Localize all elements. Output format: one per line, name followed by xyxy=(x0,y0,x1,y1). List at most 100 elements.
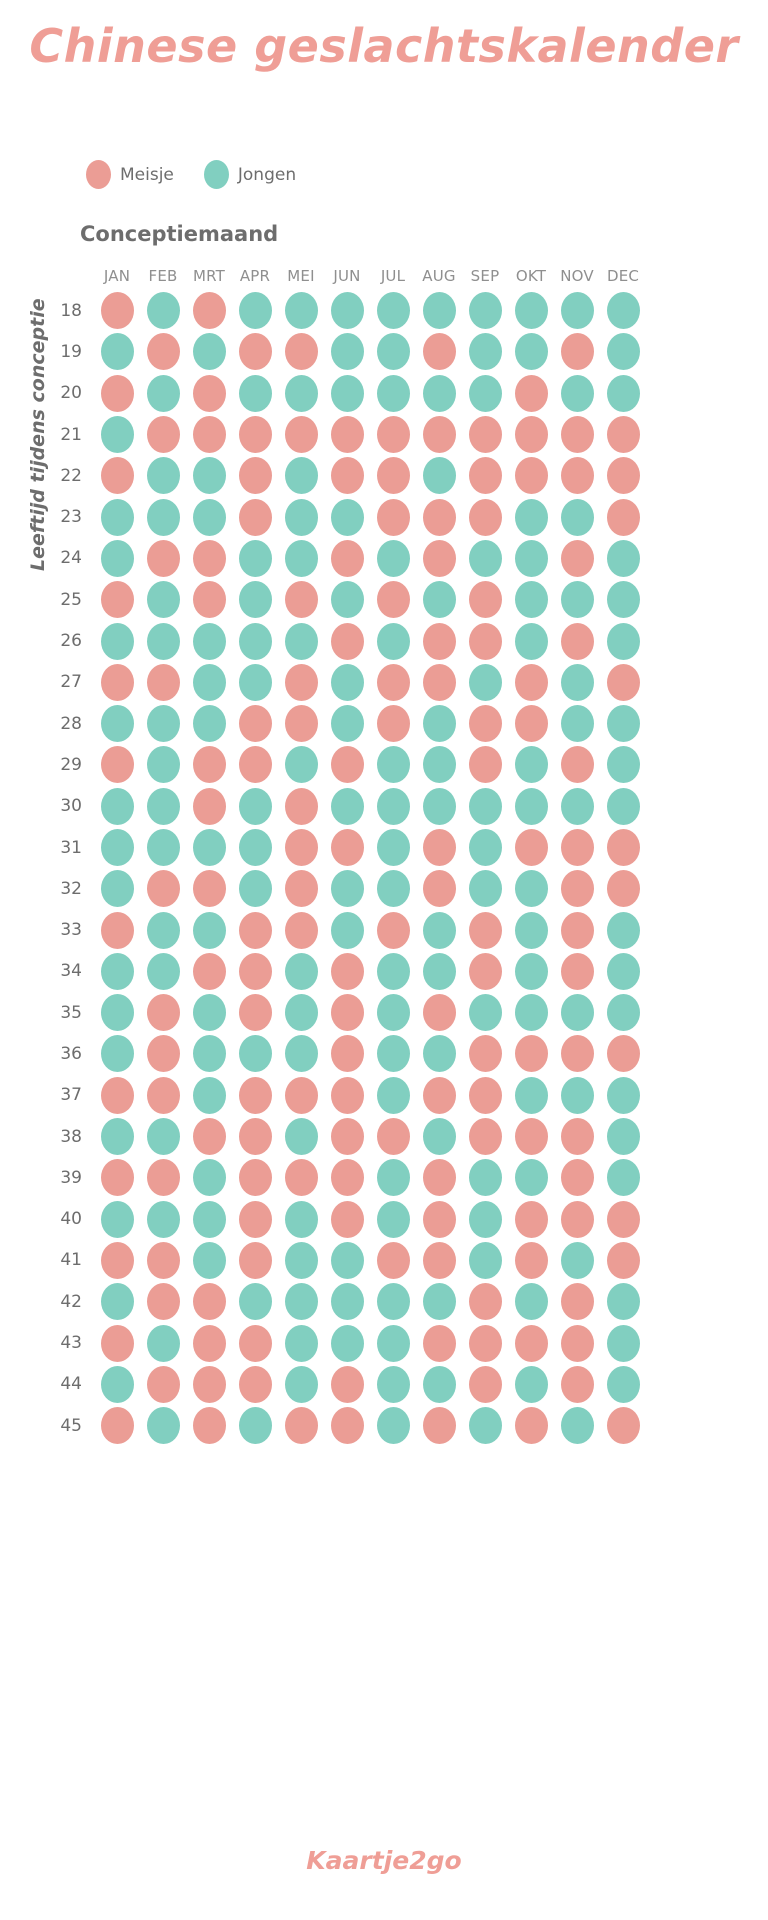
girl-dot-icon xyxy=(560,1118,594,1156)
cell-24-feb xyxy=(140,539,186,577)
age-label-23: 23 xyxy=(60,507,82,528)
cell-19-mei xyxy=(278,333,324,371)
girl-dot-icon xyxy=(284,870,318,908)
cell-19-dec xyxy=(600,333,646,371)
cell-29-feb xyxy=(140,746,186,784)
cell-36-jul xyxy=(370,1035,416,1073)
boy-dot-icon xyxy=(468,829,502,866)
cell-38-mei xyxy=(278,1118,324,1156)
boy-dot-icon xyxy=(376,1159,410,1197)
girl-dot-icon xyxy=(238,705,272,743)
age-label-29: 29 xyxy=(60,754,82,775)
age-label-43: 43 xyxy=(60,1333,82,1354)
boy-dot-icon xyxy=(422,374,456,412)
girl-dot-icon xyxy=(146,1159,180,1197)
girl-dot-icon xyxy=(146,994,180,1032)
boy-dot-icon xyxy=(284,498,318,536)
legend-label-boy: Jongen xyxy=(237,164,297,185)
boy-dot-icon xyxy=(514,1283,548,1321)
cell-19-nov xyxy=(554,333,600,371)
cell-25-nov xyxy=(554,581,600,619)
boy-dot-icon xyxy=(560,374,594,412)
boy-dot-icon xyxy=(284,746,318,784)
month-header-mrt: MRT xyxy=(192,267,226,285)
cell-18-sep xyxy=(462,292,508,330)
girl-dot-icon xyxy=(376,498,410,536)
girl-dot-icon xyxy=(560,539,594,577)
girl-dot-icon xyxy=(238,1200,272,1238)
cell-44-mrt xyxy=(186,1365,232,1403)
girl-dot-icon xyxy=(468,581,502,619)
cell-45-jan xyxy=(94,1407,140,1445)
month-header-okt: OKT xyxy=(515,267,547,285)
boy-dot-icon xyxy=(560,292,594,330)
girl-dot-icon xyxy=(192,787,226,825)
table-row: 40 xyxy=(38,1199,646,1240)
girl-dot-icon xyxy=(606,1200,640,1238)
cell-27-apr xyxy=(232,663,278,701)
cell-30-sep xyxy=(462,787,508,825)
month-header-jun: JUN xyxy=(333,267,361,285)
cell-33-apr xyxy=(232,911,278,949)
calendar-grid: JAN FEB MRT APR MEI JUN JUL AUG SEP OKT NOV DEC 18 1… xyxy=(38,262,646,1446)
month-header-nov: NOV xyxy=(560,267,594,285)
cell-45-jun xyxy=(324,1407,370,1445)
girl-dot-icon xyxy=(468,911,502,949)
table-row: 44 xyxy=(38,1364,646,1405)
boy-dot-icon xyxy=(468,333,502,371)
boy-dot-icon xyxy=(376,952,410,990)
girl-dot-icon xyxy=(560,1283,594,1321)
boy-dot-icon xyxy=(606,952,640,990)
page-title: Chinese geslachtskalender xyxy=(29,19,739,73)
boy-dot-icon xyxy=(606,581,640,619)
cell-38-jun xyxy=(324,1118,370,1156)
girl-dot-icon xyxy=(330,622,364,660)
boy-dot-icon xyxy=(238,1407,272,1445)
cell-40-mrt xyxy=(186,1200,232,1238)
girl-dot-icon xyxy=(146,1241,180,1279)
girl-dot-icon xyxy=(192,746,226,784)
boy-dot-icon xyxy=(192,994,226,1032)
cell-28-feb xyxy=(140,705,186,743)
cell-40-feb xyxy=(140,1200,186,1238)
girl-dot-icon xyxy=(422,539,456,577)
cell-42-apr xyxy=(232,1283,278,1321)
boy-dot-icon xyxy=(560,787,594,825)
table-row: 20 xyxy=(38,373,646,414)
cell-18-feb xyxy=(140,292,186,330)
cell-21-jul xyxy=(370,416,416,454)
boy-dot-icon xyxy=(146,1200,180,1238)
girl-dot-icon xyxy=(284,705,318,743)
boy-dot-icon xyxy=(284,1324,318,1362)
cell-42-mrt xyxy=(186,1283,232,1321)
girl-dot-icon xyxy=(376,1241,410,1279)
cell-27-feb xyxy=(140,663,186,701)
boy-dot-icon xyxy=(514,1076,548,1114)
cell-25-aug xyxy=(416,581,462,619)
cell-19-jun xyxy=(324,333,370,371)
cell-36-feb xyxy=(140,1035,186,1073)
boy-dot-icon xyxy=(146,1118,180,1156)
month-header-sep: SEP xyxy=(470,267,500,285)
cell-31-okt xyxy=(508,829,554,866)
cell-30-jul xyxy=(370,787,416,825)
cell-39-jan xyxy=(94,1159,140,1197)
cell-21-apr xyxy=(232,416,278,454)
girl-dot-icon xyxy=(330,1200,364,1238)
cell-40-jan xyxy=(94,1200,140,1238)
girl-dot-icon xyxy=(146,1283,180,1321)
table-row: 43 xyxy=(38,1322,646,1363)
cell-23-jan xyxy=(94,498,140,536)
cell-22-apr xyxy=(232,457,278,495)
cell-28-aug xyxy=(416,705,462,743)
boy-dot-icon xyxy=(330,581,364,619)
age-label-40: 40 xyxy=(60,1209,82,1230)
girl-dot-icon xyxy=(330,829,364,866)
cell-37-nov xyxy=(554,1076,600,1114)
cell-28-jun xyxy=(324,705,370,743)
boy-dot-icon xyxy=(330,1241,364,1279)
cell-36-mei xyxy=(278,1035,324,1073)
cell-35-apr xyxy=(232,994,278,1032)
cell-23-sep xyxy=(462,498,508,536)
cell-18-mei xyxy=(278,292,324,330)
